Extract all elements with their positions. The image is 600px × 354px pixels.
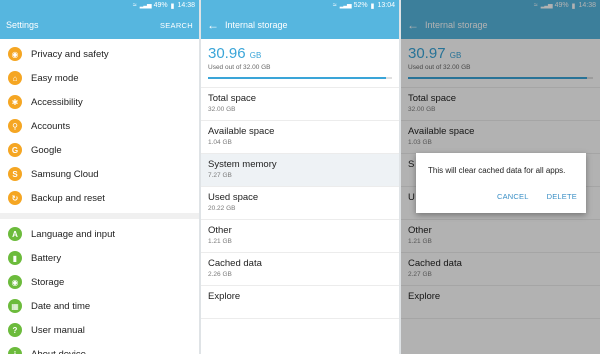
info-icon: i	[8, 347, 22, 354]
storage-row-label: Explore	[208, 291, 241, 302]
settings-item[interactable]: ✱ Accessibility	[0, 90, 199, 114]
storage-progress-bar	[208, 77, 392, 79]
storage-row-label: Other	[208, 225, 232, 236]
storage-summary: 30.96 GB Used out of 32.00 GB	[201, 39, 399, 87]
clock: 13:04	[377, 2, 395, 9]
storage-progress-fill	[208, 77, 387, 79]
storage-row-label: Used space	[208, 192, 259, 203]
used-unit: GB	[249, 51, 262, 60]
settings-item[interactable]: A Language and input	[0, 222, 199, 246]
settings-item[interactable]: ⚲ Accounts	[0, 114, 199, 138]
settings-item-label: Battery	[31, 252, 62, 264]
back-arrow-icon[interactable]: ←	[207, 18, 225, 32]
used-caption: Used out of 32.00 GB	[208, 64, 271, 71]
storage-row-label: Total space	[208, 93, 257, 104]
backup-icon: ↻	[8, 191, 22, 205]
app-bar: ← Internal storage	[201, 11, 399, 39]
storage-row-label: System memory	[208, 159, 277, 170]
storage-row-value: 20.22 GB	[208, 205, 236, 212]
page-title: Internal storage	[225, 20, 288, 30]
status-bar: ≈ ▂▃▅ 52% ▮ 13:04	[201, 0, 399, 11]
storage-row-label: Cached data	[208, 258, 262, 269]
app-bar: Settings SEARCH	[0, 11, 199, 39]
user-manual-icon: ?	[8, 323, 22, 337]
storage-row-value: 1.04 GB	[208, 139, 232, 146]
delete-button[interactable]: DELETE	[547, 192, 577, 201]
section-divider	[0, 213, 199, 219]
key-icon: ⚲	[8, 119, 22, 133]
settings-item-label: User manual	[31, 324, 85, 336]
wifi-icon: ≈	[132, 2, 137, 9]
storage-row[interactable]: Available space 1.04 GB	[201, 121, 399, 154]
storage-row[interactable]: System memory 7.27 GB	[201, 154, 399, 187]
settings-item-label: Privacy and safety	[31, 48, 109, 60]
used-storage-value: 30.96 GB	[208, 45, 392, 62]
storage-row[interactable]: Used space 20.22 GB	[201, 187, 399, 220]
used-amount: 30.96	[208, 45, 246, 62]
battery-level: 52%	[353, 2, 368, 9]
privacy-icon: ◉	[8, 47, 22, 61]
settings-item-label: Language and input	[31, 228, 115, 240]
calendar-icon: ▦	[8, 299, 22, 313]
settings-item[interactable]: ↻ Backup and reset	[0, 186, 199, 210]
google-icon: G	[8, 143, 22, 157]
settings-screen: ≈ ▂▃▅ 49% ▮ 14:38 Settings SEARCH ◉ Priva…	[0, 0, 199, 354]
cancel-button[interactable]: CANCEL	[497, 192, 529, 201]
settings-item-label: Samsung Cloud	[31, 168, 99, 180]
storage-row[interactable]: Explore	[201, 286, 399, 319]
signal-icon: ▂▃▅	[339, 3, 352, 9]
settings-item[interactable]: i About device	[0, 342, 199, 354]
settings-item-label: Google	[31, 144, 62, 156]
settings-item-label: Storage	[31, 276, 65, 288]
battery-icon: ▮	[370, 2, 375, 10]
settings-item[interactable]: ? User manual	[0, 318, 199, 342]
internal-storage-dialog-screen: ≈ ▂▃▅ 49% ▮ 14:38 ← Internal storage 30.…	[401, 0, 600, 354]
internal-storage-screen: ≈ ▂▃▅ 52% ▮ 13:04 ← Internal storage 30.…	[201, 0, 399, 354]
settings-item[interactable]: S Samsung Cloud	[0, 162, 199, 186]
battery-icon: ▮	[8, 251, 22, 265]
storage-rows: Total space 32.00 GB Available space 1.04 G…	[201, 87, 399, 319]
clock: 14:38	[177, 2, 195, 9]
easy-mode-icon: ⌂	[8, 71, 22, 85]
storage-row-label: Available space	[208, 126, 275, 137]
settings-item[interactable]: ◉ Storage	[0, 270, 199, 294]
samsung-cloud-icon: S	[8, 167, 22, 181]
settings-item[interactable]: ▮ Battery	[0, 246, 199, 270]
settings-item-label: Accounts	[31, 120, 71, 132]
settings-item[interactable]: ▦ Date and time	[0, 294, 199, 318]
search-button[interactable]: SEARCH	[160, 21, 193, 30]
settings-item[interactable]: ◉ Privacy and safety	[0, 42, 199, 66]
settings-item-label: Accessibility	[31, 96, 83, 108]
battery-icon: ▮	[170, 2, 175, 10]
settings-item-label: Backup and reset	[31, 192, 105, 204]
settings-list: ◉ Privacy and safety ⌂ Easy mode ✱ Accessibil…	[0, 39, 199, 354]
storage-row[interactable]: Cached data 2.26 GB	[201, 253, 399, 286]
status-bar: ≈ ▂▃▅ 49% ▮ 14:38	[0, 0, 199, 11]
storage-row-value: 1.21 GB	[208, 238, 232, 245]
clear-cache-dialog: This will clear cached data for all apps…	[416, 153, 586, 213]
accessibility-icon: ✱	[8, 95, 22, 109]
storage-row-value: 32.00 GB	[208, 106, 236, 113]
battery-level: 49%	[153, 2, 168, 9]
dialog-message: This will clear cached data for all apps…	[428, 166, 566, 175]
storage-icon: ◉	[8, 275, 22, 289]
settings-item-label: Easy mode	[31, 72, 79, 84]
settings-item[interactable]: G Google	[0, 138, 199, 162]
storage-row-value: 2.26 GB	[208, 271, 232, 278]
page-title: Settings	[6, 20, 39, 30]
storage-row[interactable]: Other 1.21 GB	[201, 220, 399, 253]
settings-item-label: About device	[31, 348, 86, 354]
settings-item-label: Date and time	[31, 300, 91, 312]
storage-row[interactable]: Total space 32.00 GB	[201, 88, 399, 121]
signal-icon: ▂▃▅	[139, 3, 152, 9]
wifi-icon: ≈	[332, 2, 337, 9]
screenshot-root: ≈ ▂▃▅ 49% ▮ 14:38 Settings SEARCH ◉ Priva…	[0, 0, 600, 354]
settings-item[interactable]: ⌂ Easy mode	[0, 66, 199, 90]
language-icon: A	[8, 227, 22, 241]
storage-row-value: 7.27 GB	[208, 172, 232, 179]
